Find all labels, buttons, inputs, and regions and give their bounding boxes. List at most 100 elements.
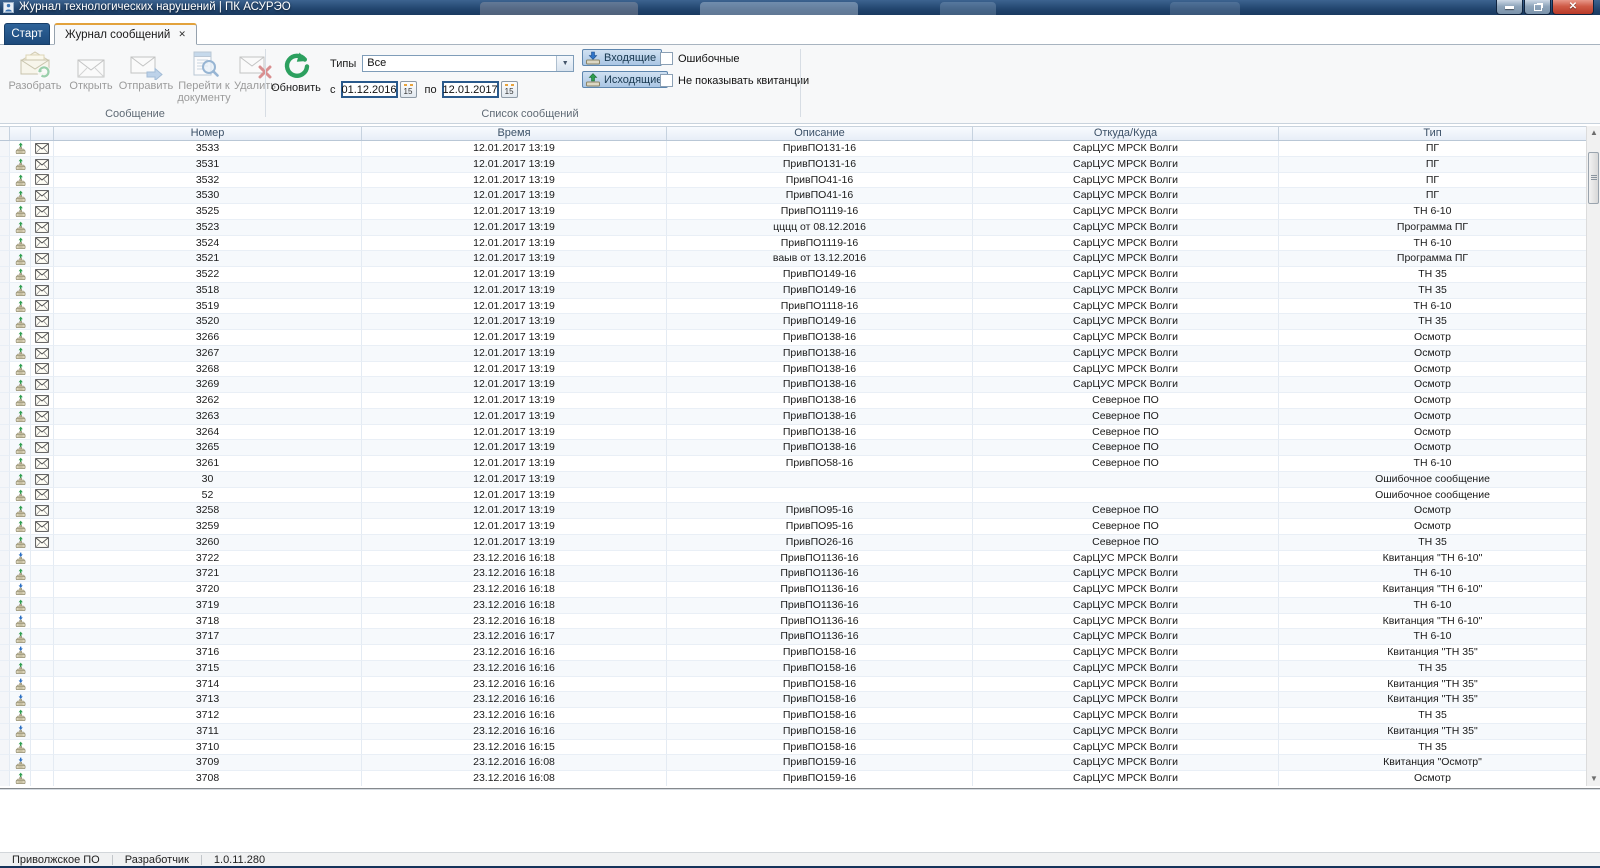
cell-description[interactable]: ПривПО138-16 [667,361,973,378]
cell-description[interactable]: ПривПО1136-16 [667,566,973,582]
calendar-from-icon[interactable]: 15 [399,81,417,98]
cell-time[interactable]: 12.01.2017 13:19 [362,282,667,299]
date-to-input[interactable]: 12.01.2017 [441,81,499,98]
cell-number[interactable]: 3531 [54,156,362,173]
cell-type[interactable]: Программа ПГ [1279,220,1586,236]
cell-description[interactable]: ПривПО138-16 [667,393,973,409]
table-row[interactable]: 3262 12.01.2017 13:19 ПривПО138-16 Северное… [0,393,1586,409]
cell-from-to[interactable]: СарЦУС МРСК Волги [973,141,1279,157]
cell-description[interactable]: ПривПО95-16 [667,519,973,535]
table-row[interactable]: 3523 12.01.2017 13:19 цццц от 08.12.2016 Са… [0,219,1586,236]
cell-description[interactable]: ПривПО158-16 [667,660,973,677]
cell-description[interactable]: ПривПО138-16 [667,330,973,346]
cell-time[interactable]: 12.01.2017 13:19 [362,330,667,346]
cell-from-to[interactable]: СарЦУС МРСК Волги [973,550,1279,567]
table-row[interactable]: 3258 12.01.2017 13:19 ПривПО95-16 Северное … [0,503,1586,519]
cell-type[interactable]: ТН 35 [1279,314,1586,330]
cell-number[interactable]: 3708 [54,771,362,786]
table-row[interactable]: 3259 12.01.2017 13:19 ПривПО95-16 Северное … [0,519,1586,535]
cell-time[interactable]: 23.12.2016 16:18 [362,582,667,598]
table-row[interactable]: 3530 12.01.2017 13:19 ПривПО41-16 СарЦУС МР… [0,188,1586,204]
cell-from-to[interactable]: СарЦУС МРСК Волги [973,345,1279,362]
cell-from-to[interactable]: Северное ПО [973,424,1279,441]
cell-time[interactable]: 12.01.2017 13:19 [362,188,667,204]
cell-number[interactable]: 30 [54,471,362,488]
cell-type[interactable]: ТН 6-10 [1279,566,1586,582]
cell-type[interactable]: ТН 35 [1279,535,1586,551]
cell-from-to[interactable]: СарЦУС МРСК Волги [973,156,1279,173]
cell-number[interactable]: 3714 [54,676,362,693]
cell-from-to[interactable] [973,471,1279,488]
header-from-to[interactable]: Откуда/Куда [973,127,1279,140]
close-button[interactable]: ✕ [1552,0,1594,15]
cell-type[interactable]: Осмотр [1279,440,1586,456]
cell-type[interactable]: Осмотр [1279,330,1586,346]
cell-from-to[interactable]: СарЦУС МРСК Волги [973,692,1279,708]
vertical-scrollbar[interactable]: ▲ ▼ [1586,126,1600,786]
scroll-down-icon[interactable]: ▼ [1587,772,1600,786]
cell-number[interactable]: 3268 [54,361,362,378]
cell-number[interactable]: 3717 [54,629,362,645]
cell-time[interactable]: 12.01.2017 13:19 [362,298,667,315]
header-type[interactable]: Тип [1279,127,1586,140]
cell-description[interactable]: ПривПО1136-16 [667,582,973,598]
header-time[interactable]: Время [362,127,667,140]
outgoing-toggle[interactable]: Исходящие [582,71,669,88]
cell-type[interactable]: Ошибочное сообщение [1279,472,1586,488]
cell-from-to[interactable]: СарЦУС МРСК Волги [973,739,1279,756]
cell-from-to[interactable]: СарЦУС МРСК Волги [973,235,1279,252]
tab-close-icon[interactable]: ✕ [178,29,186,40]
cell-description[interactable]: ПривПО1119-16 [667,235,973,252]
table-row[interactable]: 3716 23.12.2016 16:16 ПривПО158-16 СарЦУС М… [0,645,1586,661]
table-row[interactable]: 3717 23.12.2016 16:17 ПривПО1136-16 СарЦУС … [0,629,1586,645]
cell-time[interactable]: 23.12.2016 16:18 [362,597,667,614]
cell-from-to[interactable]: СарЦУС МРСК Волги [973,314,1279,330]
cell-description[interactable]: ПривПО58-16 [667,456,973,472]
cell-number[interactable]: 3521 [54,251,362,267]
cell-time[interactable]: 12.01.2017 13:19 [362,172,667,189]
cell-time[interactable]: 23.12.2016 16:18 [362,550,667,567]
cell-type[interactable]: Осмотр [1279,425,1586,441]
table-row[interactable]: 3521 12.01.2017 13:19 ваыв от 13.12.2016 Са… [0,251,1586,267]
cell-number[interactable]: 3523 [54,219,362,236]
goto-document-button[interactable]: Перейти к документу [176,48,232,104]
cell-description[interactable]: ПривПО41-16 [667,188,973,204]
cell-description[interactable]: ПривПО1118-16 [667,298,973,315]
cell-type[interactable]: ТН 6-10 [1279,204,1586,220]
cell-time[interactable]: 12.01.2017 13:19 [362,377,667,393]
cell-time[interactable]: 23.12.2016 16:18 [362,613,667,630]
cell-type[interactable]: ПГ [1279,173,1586,189]
cell-number[interactable]: 3518 [54,282,362,299]
cell-description[interactable]: ПривПО158-16 [667,692,973,708]
table-row[interactable]: 3525 12.01.2017 13:19 ПривПО1119-16 СарЦУС … [0,204,1586,220]
cell-type[interactable]: ТН 6-10 [1279,299,1586,315]
cell-description[interactable]: ПривПО159-16 [667,771,973,786]
table-row[interactable]: 3711 23.12.2016 16:16 ПривПО158-16 СарЦУС М… [0,723,1586,740]
cell-type[interactable]: ТН 35 [1279,267,1586,283]
table-row[interactable]: 3263 12.01.2017 13:19 ПривПО138-16 Северное… [0,408,1586,425]
cell-type[interactable]: ТН 35 [1279,283,1586,299]
refresh-button[interactable]: Обновить [268,48,324,94]
cell-from-to[interactable]: СарЦУС МРСК Волги [973,219,1279,236]
cell-type[interactable]: Квитанция "Осмотр" [1279,755,1586,771]
send-message-button[interactable]: Отправить [118,48,174,92]
table-row[interactable]: 3710 23.12.2016 16:15 ПривПО158-16 СарЦУС М… [0,739,1586,756]
cell-number[interactable]: 3711 [54,723,362,740]
cell-type[interactable]: Квитанция "ТН 6-10" [1279,614,1586,630]
table-row[interactable]: 3719 23.12.2016 16:18 ПривПО1136-16 СарЦУС … [0,597,1586,614]
scroll-up-icon[interactable]: ▲ [1587,126,1600,140]
cell-description[interactable]: ПривПО131-16 [667,156,973,173]
cell-type[interactable]: Квитанция "ТН 6-10" [1279,582,1586,598]
cell-time[interactable]: 12.01.2017 13:19 [362,204,667,220]
table-row[interactable]: 3519 12.01.2017 13:19 ПривПО1118-16 СарЦУС … [0,298,1586,315]
cell-type[interactable]: Осмотр [1279,377,1586,393]
cell-number[interactable]: 3710 [54,739,362,756]
cell-from-to[interactable]: СарЦУС МРСК Волги [973,755,1279,771]
cell-number[interactable]: 3722 [54,550,362,567]
cell-type[interactable]: Осмотр [1279,346,1586,362]
cell-from-to[interactable]: СарЦУС МРСК Волги [973,172,1279,189]
cell-time[interactable]: 12.01.2017 13:19 [362,440,667,456]
cell-type[interactable]: Квитанция "ТН 35" [1279,645,1586,661]
date-from-input[interactable]: 01.12.2016 [340,81,398,98]
table-row[interactable]: 3520 12.01.2017 13:19 ПривПО149-16 СарЦУС М… [0,314,1586,330]
